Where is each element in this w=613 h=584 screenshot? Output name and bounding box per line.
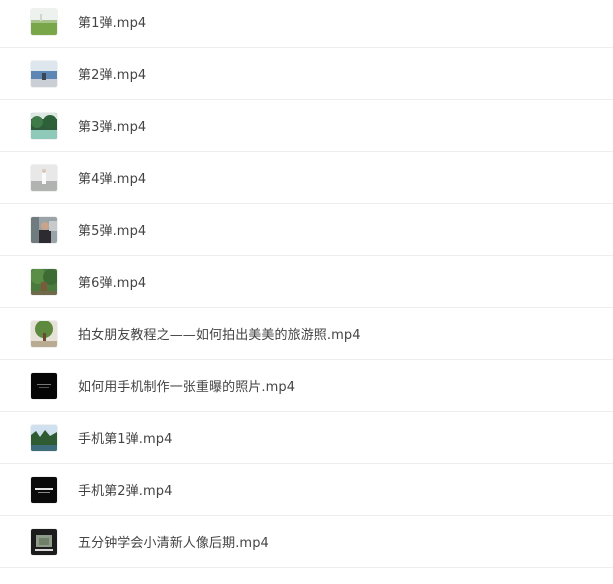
forest-sky-thumbnail-icon [31,425,57,451]
file-row-6[interactable]: 第6弹.mp4 [0,256,613,308]
white-figure-thumbnail-icon [31,165,57,191]
file-name: 第3弹.mp4 [78,120,147,135]
green-field-thumbnail-icon [31,9,57,35]
file-name: 手机第2弹.mp4 [78,484,173,499]
file-name: 拍女朋友教程之——如何拍出美美的旅游照.mp4 [78,328,361,343]
file-name: 如何用手机制作一张重曝的照片.mp4 [78,380,296,395]
file-name: 第4弹.mp4 [78,172,147,187]
file-row-10[interactable]: 手机第2弹.mp4 [0,464,613,516]
file-row-5[interactable]: 第5弹.mp4 [0,204,613,256]
dark-frame-thumbnail-icon [31,529,57,555]
file-row-1[interactable]: 第1弹.mp4 [0,0,613,48]
trees-court-thumbnail-icon [31,113,57,139]
file-row-4[interactable]: 第4弹.mp4 [0,152,613,204]
file-name: 第5弹.mp4 [78,224,147,239]
tree-person-thumbnail-icon [31,269,57,295]
file-row-8[interactable]: 如何用手机制作一张重曝的照片.mp4 [0,360,613,412]
file-row-3[interactable]: 第3弹.mp4 [0,100,613,152]
file-name: 五分钟学会小清新人像后期.mp4 [78,536,269,551]
black-title-thumbnail-icon [31,373,57,399]
file-list: 第1弹.mp4 第2弹.mp4 第3弹.mp4 第4弹.mp4 第5弹.mp4 … [0,0,613,584]
file-name: 手机第1弹.mp4 [78,432,173,447]
file-row-9[interactable]: 手机第1弹.mp4 [0,412,613,464]
tree-street-thumbnail-icon [31,321,57,347]
file-row-2[interactable]: 第2弹.mp4 [0,48,613,100]
file-name: 第6弹.mp4 [78,276,147,291]
file-row-11[interactable]: 五分钟学会小清新人像后期.mp4 [0,516,613,568]
man-portrait-thumbnail-icon [31,217,57,243]
file-row-7[interactable]: 拍女朋友教程之——如何拍出美美的旅游照.mp4 [0,308,613,360]
file-name: 第2弹.mp4 [78,68,147,83]
file-name: 第1弹.mp4 [78,16,147,31]
seaside-thumbnail-icon [31,61,57,87]
black-text-thumbnail-icon [31,477,57,503]
